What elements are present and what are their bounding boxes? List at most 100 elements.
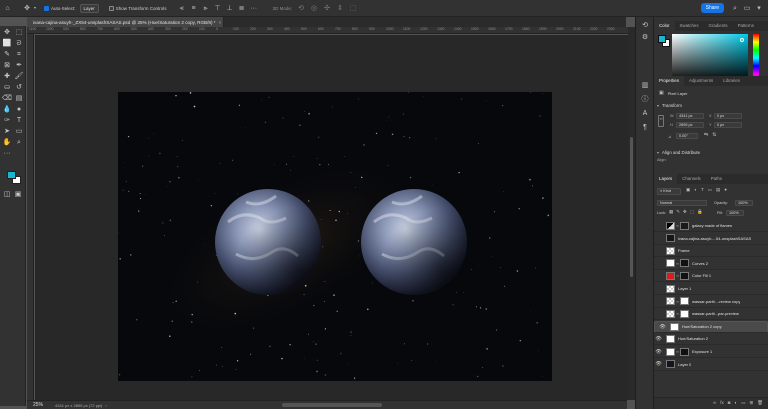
marquee-tool-icon[interactable]: ⬜ [2, 39, 12, 48]
screen-mode-icon[interactable]: ▣ [13, 190, 23, 199]
lasso-tool-icon[interactable]: ᘐ [14, 39, 24, 48]
layer-row[interactable]: Frame [654, 245, 768, 258]
history-panel-icon[interactable]: ⟲ [640, 21, 650, 30]
transform-header[interactable]: ▾ Transform [657, 103, 682, 108]
artboard-tool-icon[interactable]: ⬚ [14, 28, 24, 37]
3d-roll-icon[interactable]: ◎ [309, 3, 319, 13]
y-field[interactable]: 0 px [714, 122, 742, 128]
move-tool-icon[interactable]: ✥ [2, 28, 12, 37]
eraser-tool-icon[interactable]: ⌫ [2, 94, 12, 103]
zoom-tool-icon[interactable]: ⌕ [14, 138, 24, 147]
hue-slider[interactable] [753, 34, 759, 82]
auto-select-dropdown[interactable]: Layer [79, 3, 99, 13]
clone-stamp-tool-icon[interactable]: ⛀ [2, 83, 12, 92]
flip-horizontal-icon[interactable]: ⇆ [704, 133, 708, 138]
align-top-icon[interactable]: ⊤ [213, 3, 223, 13]
filter-smart-object-icon[interactable]: ▤ [716, 187, 720, 193]
tab-adjustments[interactable]: Adjustments [684, 76, 718, 86]
layer-mask-thumbnail[interactable] [680, 221, 689, 230]
layer-row[interactable]: 👁 Hue/Saturation 2 [654, 333, 768, 346]
healing-brush-tool-icon[interactable]: ✚ [2, 72, 12, 81]
libraries-icon[interactable]: ▥ [640, 81, 650, 90]
brush-settings-icon[interactable]: ⚙ [640, 33, 650, 42]
tab-gradients[interactable]: Gradients [704, 21, 733, 31]
add-mask-icon[interactable]: ◙ [728, 401, 731, 406]
character-panel-icon[interactable]: A [640, 109, 650, 118]
tab-layers[interactable]: Layers [654, 174, 678, 184]
align-distribute-header[interactable]: ▾ Align and Distribute [657, 150, 700, 155]
tab-libraries[interactable]: Libraries [718, 76, 745, 86]
layer-row[interactable]: Layer 1 [654, 283, 768, 295]
blur-tool-icon[interactable]: 💧 [2, 105, 12, 114]
workspace-chevron-icon[interactable]: ▾ [754, 3, 764, 13]
home-icon[interactable]: ⌂ [3, 3, 12, 13]
tab-swatches[interactable]: Swatches [675, 21, 704, 31]
layer-row[interactable]: ∞ wassar-pariti...par-preview [654, 308, 768, 321]
quick-mask-icon[interactable]: ◫ [2, 190, 12, 199]
layer-row[interactable]: ivana-cajina-asuyh-...54-unsplashSASAS [654, 233, 768, 245]
3d-rotate-icon[interactable]: ⟲ [296, 3, 306, 13]
chevron-down-icon[interactable]: ▾ [32, 3, 38, 13]
close-icon[interactable]: × [219, 20, 222, 25]
vertical-scrollbar[interactable] [628, 27, 635, 400]
link-layers-icon[interactable]: ∞ [713, 401, 716, 406]
type-tool-icon[interactable]: T [14, 116, 24, 125]
tab-paths[interactable]: Paths [706, 174, 727, 184]
frame-tool-icon[interactable]: ⊠ [2, 61, 12, 70]
lock-artboard-icon[interactable]: ⬚ [690, 209, 694, 215]
layer-row[interactable]: ∞ wassar-pariti...-review copy [654, 296, 768, 308]
width-field[interactable]: 4341 px [676, 113, 704, 119]
filter-adjustment-icon[interactable]: ◐ [694, 187, 697, 193]
align-left-icon[interactable]: ⫷ [177, 3, 187, 13]
adjustment-layer-icon[interactable]: ◐ [735, 401, 738, 406]
quick-select-tool-icon[interactable]: ✎ [2, 50, 12, 59]
layer-mask-thumbnail[interactable] [680, 297, 689, 306]
more-icon[interactable]: ··· [249, 3, 259, 13]
blend-mode-dropdown[interactable]: Normal [657, 200, 707, 206]
x-field[interactable]: 0 px [714, 113, 742, 119]
visibility-eye-icon[interactable]: 👁 [654, 361, 663, 367]
lock-transparent-icon[interactable]: ▦ [669, 209, 673, 215]
layer-mask-thumbnail[interactable] [680, 259, 689, 268]
fx-icon[interactable]: fx [720, 401, 724, 406]
share-button[interactable]: Share [700, 3, 724, 13]
filter-pixel-icon[interactable]: ▣ [686, 187, 690, 193]
align-center-icon[interactable]: ≡ [189, 3, 199, 13]
info-icon[interactable]: ⓘ [640, 95, 650, 104]
color-picker-handle[interactable] [740, 38, 744, 42]
layer-row[interactable]: ∞ Color Fill 1 [654, 270, 768, 283]
vertical-scroll-thumb[interactable] [630, 137, 633, 277]
opacity-field[interactable]: 100% [735, 200, 753, 206]
document-canvas[interactable] [118, 92, 552, 381]
layer-row[interactable]: 👁 ∞ Exposure 1 [654, 346, 768, 358]
visibility-eye-icon[interactable]: 👁 [654, 336, 663, 342]
paragraph-panel-icon[interactable]: ¶ [640, 123, 650, 132]
layer-filter-kind[interactable]: ⌕ Kind [657, 188, 681, 195]
gradient-tool-icon[interactable]: ▤ [14, 94, 24, 103]
3d-scale-icon[interactable]: ⬚ [348, 3, 358, 13]
tab-properties[interactable]: Properties [654, 76, 685, 86]
delete-layer-icon[interactable]: 🗑 [757, 401, 763, 406]
hand-tool-icon[interactable]: ✋ [2, 138, 12, 147]
history-brush-tool-icon[interactable]: ↺ [14, 83, 24, 92]
visibility-eye-icon[interactable]: 👁 [654, 349, 663, 355]
more-tools-icon[interactable]: ··· [2, 149, 12, 158]
layer-mask-thumbnail[interactable] [680, 347, 689, 356]
flip-vertical-icon[interactable]: ⇅ [712, 133, 716, 138]
new-layer-icon[interactable]: ⊞ [750, 401, 754, 406]
tab-patterns[interactable]: Patterns [733, 21, 759, 31]
tab-color[interactable]: Color [654, 21, 675, 31]
new-group-icon[interactable]: ▭ [741, 401, 745, 406]
layer-row[interactable]: 👁 Hue/Saturation 2 copy [654, 320, 768, 333]
height-field[interactable]: 2895 px [676, 122, 704, 128]
color-field[interactable] [672, 34, 748, 82]
align-right-icon[interactable]: ⫸ [201, 3, 211, 13]
brush-tool-icon[interactable]: 🖌 [14, 72, 24, 81]
horizontal-scrollbar[interactable] [282, 403, 382, 407]
tab-channels[interactable]: Channels [677, 174, 706, 184]
pen-tool-icon[interactable]: ✑ [2, 116, 12, 125]
visibility-eye-icon[interactable]: 👁 [658, 324, 667, 330]
color-foreground-swatch[interactable] [658, 35, 666, 43]
3d-slide-icon[interactable]: ⇕ [335, 3, 345, 13]
eyedropper-tool-icon[interactable]: ✒ [14, 61, 24, 70]
